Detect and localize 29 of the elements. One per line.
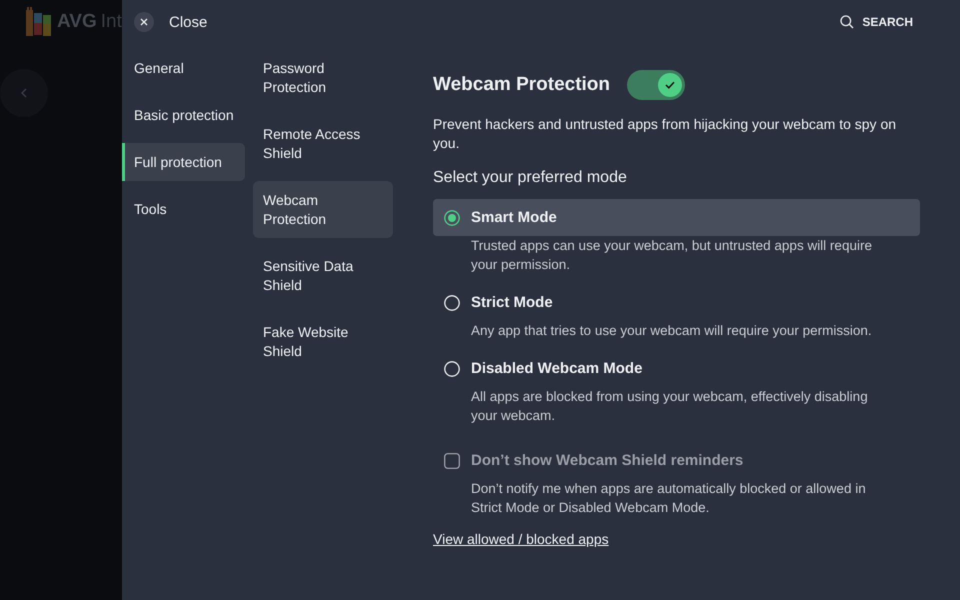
feature-item[interactable]: Sensitive Data Shield (253, 247, 393, 304)
chevron-left-icon (21, 88, 27, 98)
mode-description: All apps are blocked from using your webcam, effectively disabling your webcam. (470, 388, 869, 425)
check-icon (665, 81, 676, 89)
logo-text: AVG (57, 11, 97, 33)
category-item[interactable]: Basic protection (122, 96, 245, 134)
category-item[interactable]: Tools (122, 190, 245, 228)
close-icon (134, 12, 154, 32)
feature-item[interactable]: Webcam Protection (253, 181, 393, 238)
toggle-switch[interactable] (627, 70, 686, 100)
section-title: Webcam Protection (433, 74, 610, 96)
feature-item[interactable]: Password Protection (253, 49, 393, 106)
reminder-description: Don’t notify me when apps are automatically blocked or allowed in Strict Mode or Disabled Webcam Mode. (470, 480, 867, 517)
search-icon (840, 15, 854, 29)
mode-description: Trusted apps can use your webcam, but untrusted apps will require your permission. (470, 237, 873, 274)
mode-option[interactable]: Disabled Webcam Mode (433, 350, 920, 387)
category-item[interactable]: General (122, 49, 245, 87)
feature-item[interactable]: Fake Website Shield (253, 313, 393, 370)
feature-item[interactable]: Remote Access Shield (253, 115, 393, 172)
allowed-apps-link[interactable]: View allowed / blocked apps (433, 530, 609, 549)
category-item[interactable]: Full protection (122, 143, 245, 181)
mode-option[interactable]: Smart Mode (433, 199, 920, 236)
section-description: Prevent hackers and untrusted apps from hijacking your webcam to spy on you. (433, 115, 898, 153)
search-button[interactable]: SEARCH (840, 15, 913, 29)
mode-prompt: Select your preferred mode (433, 168, 628, 188)
close-button[interactable]: Close (134, 12, 208, 32)
mode-description: Any app that tries to use your webcam will require your permission. (470, 322, 873, 340)
mode-option[interactable]: Strict Mode (433, 284, 920, 321)
logo-icon (25, 7, 53, 37)
